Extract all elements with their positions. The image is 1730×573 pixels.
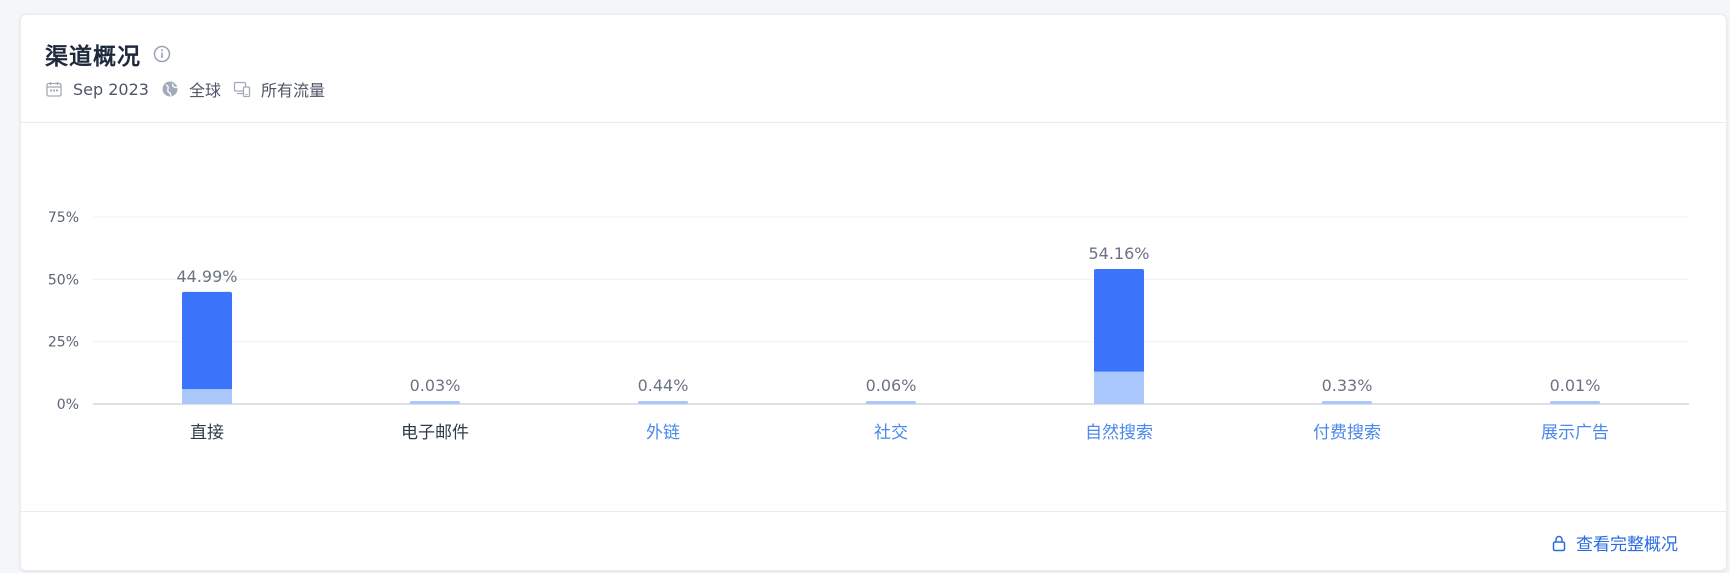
calendar-icon [45, 80, 63, 98]
x-tick-label: 直接 [190, 423, 224, 443]
bar-primary[interactable] [1322, 401, 1372, 404]
chart-svg: 75% 50% 25% 0% 44.99% 直接 0.03% 电子邮件 0.44% 外链 0.06%… [48, 210, 1689, 443]
view-full-overview-link[interactable]: 查看完整概况 [1550, 530, 1678, 555]
bar-primary[interactable] [638, 401, 688, 404]
bar-primary[interactable] [410, 401, 460, 404]
devices-icon [233, 80, 251, 98]
x-tick-label[interactable]: 展示广告 [1541, 423, 1609, 443]
bar-value-label: 0.06% [866, 376, 917, 395]
region-text: 全球 [188, 81, 221, 100]
bar-primary[interactable] [1550, 401, 1600, 404]
card-header: 渠道概况 Sep 2023 全球 所有流量 [21, 15, 1726, 123]
bar-primary[interactable] [866, 401, 916, 404]
bar-secondary[interactable] [182, 389, 232, 404]
globe-icon [161, 80, 179, 98]
channel-overview-card: 渠道概况 Sep 2023 全球 所有流量 75% 50% 25% 0% 44.… [20, 14, 1727, 571]
view-full-overview-label: 查看完整概况 [1576, 535, 1678, 555]
lock-icon [1550, 534, 1568, 552]
bar-value-label: 54.16% [1088, 244, 1149, 263]
card-footer: 查看完整概况 [21, 511, 1726, 570]
bar-value-label: 44.99% [176, 267, 237, 286]
x-tick-label[interactable]: 付费搜索 [1313, 423, 1381, 443]
x-tick-label[interactable]: 外链 [646, 423, 680, 443]
bar-value-label: 0.01% [1550, 376, 1601, 395]
bar-value-label: 0.03% [410, 376, 461, 395]
title-row: 渠道概况 [45, 37, 171, 71]
y-tick-label: 75% [48, 210, 79, 226]
x-tick-label[interactable]: 自然搜索 [1085, 423, 1153, 443]
info-icon[interactable] [153, 45, 171, 63]
bar-secondary[interactable] [1094, 371, 1144, 404]
bar-value-label: 0.33% [1322, 376, 1373, 395]
traffic-text: 所有流量 [260, 81, 325, 100]
meta-row: Sep 2023 全球 所有流量 [45, 77, 337, 101]
channel-bar-chart: 75% 50% 25% 0% 44.99% 直接 0.03% 电子邮件 0.44% 外链 0.06%… [21, 123, 1726, 518]
bar-value-label: 0.44% [638, 376, 689, 395]
y-tick-label: 50% [48, 272, 79, 288]
date-text: Sep 2023 [73, 79, 149, 99]
bar-primary[interactable] [182, 291, 232, 404]
x-tick-label: 电子邮件 [401, 423, 469, 443]
y-tick-label: 25% [48, 335, 79, 351]
x-tick-label[interactable]: 社交 [874, 423, 908, 443]
y-tick-label: 0% [57, 397, 79, 413]
page-title: 渠道概况 [45, 44, 141, 70]
label-layer: 75% 50% 25% 0% 44.99% 直接 0.03% 电子邮件 0.44% 外链 0.06%… [48, 210, 1609, 443]
